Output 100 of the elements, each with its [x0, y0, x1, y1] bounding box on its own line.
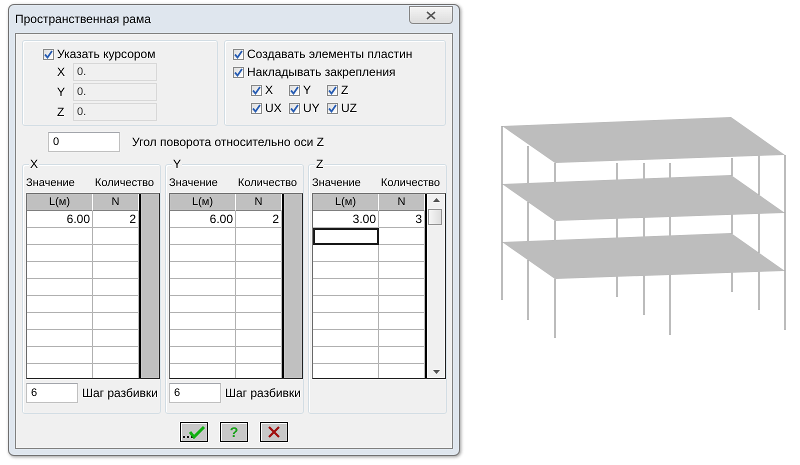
- table-cell[interactable]: [27, 262, 93, 279]
- table-cell[interactable]: [170, 313, 236, 330]
- table-cell[interactable]: [236, 347, 282, 364]
- table-cell[interactable]: [93, 245, 139, 262]
- step-label: Шаг разбивки: [225, 386, 301, 400]
- group-title: Z: [315, 157, 324, 171]
- table-cell[interactable]: [313, 347, 379, 364]
- table-cell[interactable]: [236, 296, 282, 313]
- table-cell[interactable]: [236, 262, 282, 279]
- table-cell[interactable]: [379, 228, 425, 245]
- checkbox[interactable]: [233, 48, 244, 60]
- checkbox-label: UZ: [341, 101, 357, 115]
- up-arrow-icon[interactable]: [432, 198, 440, 202]
- close-button[interactable]: [409, 6, 453, 24]
- angle-field[interactable]: 0: [48, 132, 120, 152]
- checkbox[interactable]: [251, 102, 262, 114]
- table-cell[interactable]: [170, 279, 236, 296]
- table-cell[interactable]: 6.00: [27, 211, 93, 228]
- table-cell[interactable]: [27, 279, 93, 296]
- checkbox-label: Создавать элементы пластин: [247, 47, 412, 61]
- coord-field[interactable]: 0.: [73, 103, 157, 121]
- checkbox-label: UX: [265, 101, 282, 115]
- table-cell[interactable]: [379, 313, 425, 330]
- table-cell[interactable]: [93, 296, 139, 313]
- table-cell[interactable]: [379, 262, 425, 279]
- cancel-button[interactable]: [260, 422, 288, 442]
- column-caption: Значение: [169, 177, 218, 189]
- angle-label: Угол поворота относительно оси Z: [132, 135, 324, 149]
- checkbox[interactable]: [289, 102, 300, 114]
- down-arrow-icon[interactable]: [432, 370, 440, 374]
- checkbox-label: Z: [341, 83, 348, 97]
- column-caption: Количество: [94, 177, 154, 189]
- table-cell[interactable]: [27, 228, 93, 245]
- table-cell[interactable]: [236, 313, 282, 330]
- table-cell[interactable]: [313, 330, 379, 347]
- checkbox-label: Указать курсором: [57, 47, 156, 61]
- column-header: L(м): [313, 194, 379, 211]
- table-cell[interactable]: [170, 228, 236, 245]
- coord-field[interactable]: 0.: [73, 63, 157, 81]
- table-cell[interactable]: [236, 245, 282, 262]
- table-cell[interactable]: [27, 245, 93, 262]
- column-header: L(м): [27, 194, 93, 211]
- checkbox[interactable]: [43, 48, 54, 60]
- table-cell[interactable]: [93, 228, 139, 245]
- table-cell[interactable]: [313, 245, 379, 262]
- checkbox[interactable]: [327, 84, 338, 96]
- table-cell[interactable]: [27, 313, 93, 330]
- table-cell[interactable]: 3.00: [313, 211, 379, 228]
- column-caption: Значение: [312, 177, 361, 189]
- table-cell[interactable]: [379, 245, 425, 262]
- table-cell[interactable]: [379, 279, 425, 296]
- step-field[interactable]: 6: [169, 383, 221, 403]
- table-cell[interactable]: [170, 245, 236, 262]
- table-cell[interactable]: [170, 347, 236, 364]
- close-icon: [426, 10, 436, 20]
- table-cell[interactable]: [170, 262, 236, 279]
- active-table-cell[interactable]: [313, 228, 379, 245]
- table-cell[interactable]: [27, 330, 93, 347]
- table-cell[interactable]: 3: [379, 211, 425, 228]
- coord-label: X: [57, 65, 66, 79]
- table-cell[interactable]: [236, 279, 282, 296]
- table-cell[interactable]: [313, 313, 379, 330]
- coord-field[interactable]: 0.: [73, 83, 157, 101]
- table-cell[interactable]: [313, 279, 379, 296]
- column-caption: Значение: [26, 177, 75, 189]
- scrollbar[interactable]: [427, 194, 445, 378]
- table-cell[interactable]: [236, 330, 282, 347]
- table-cell[interactable]: [27, 296, 93, 313]
- table-cell[interactable]: [236, 228, 282, 245]
- ok-button[interactable]: [180, 422, 208, 442]
- table-cell[interactable]: 6.00: [170, 211, 236, 228]
- checkbox[interactable]: [233, 66, 244, 78]
- checkbox[interactable]: [251, 84, 262, 96]
- table-cell[interactable]: [379, 296, 425, 313]
- table-cell[interactable]: [313, 262, 379, 279]
- table-cell[interactable]: [93, 262, 139, 279]
- table-cell[interactable]: [170, 330, 236, 347]
- column-caption: Количество: [238, 177, 297, 189]
- window-title: Пространственная рама: [15, 12, 151, 26]
- table-cell[interactable]: [170, 296, 236, 313]
- table-cell[interactable]: [93, 279, 139, 296]
- checkbox[interactable]: [327, 102, 338, 114]
- table-cell[interactable]: [27, 347, 93, 364]
- table-cell[interactable]: [93, 347, 139, 364]
- table-cell[interactable]: [379, 330, 425, 347]
- close-icon: [267, 425, 281, 439]
- table-cell[interactable]: [93, 330, 139, 347]
- checkbox-label: Y: [303, 83, 312, 97]
- step-field[interactable]: 6: [26, 383, 78, 403]
- checkmark-icon: [182, 425, 206, 439]
- step-label: Шаг разбивки: [82, 386, 158, 400]
- table-cell[interactable]: [313, 296, 379, 313]
- checkbox-label: UY: [303, 101, 320, 115]
- table-cell[interactable]: [93, 313, 139, 330]
- table-cell[interactable]: 2: [236, 211, 282, 228]
- checkbox-label: X: [265, 83, 274, 97]
- table-cell[interactable]: [379, 347, 425, 364]
- table-cell[interactable]: 2: [93, 211, 139, 228]
- checkbox[interactable]: [289, 84, 300, 96]
- scroll-thumb[interactable]: [428, 209, 442, 225]
